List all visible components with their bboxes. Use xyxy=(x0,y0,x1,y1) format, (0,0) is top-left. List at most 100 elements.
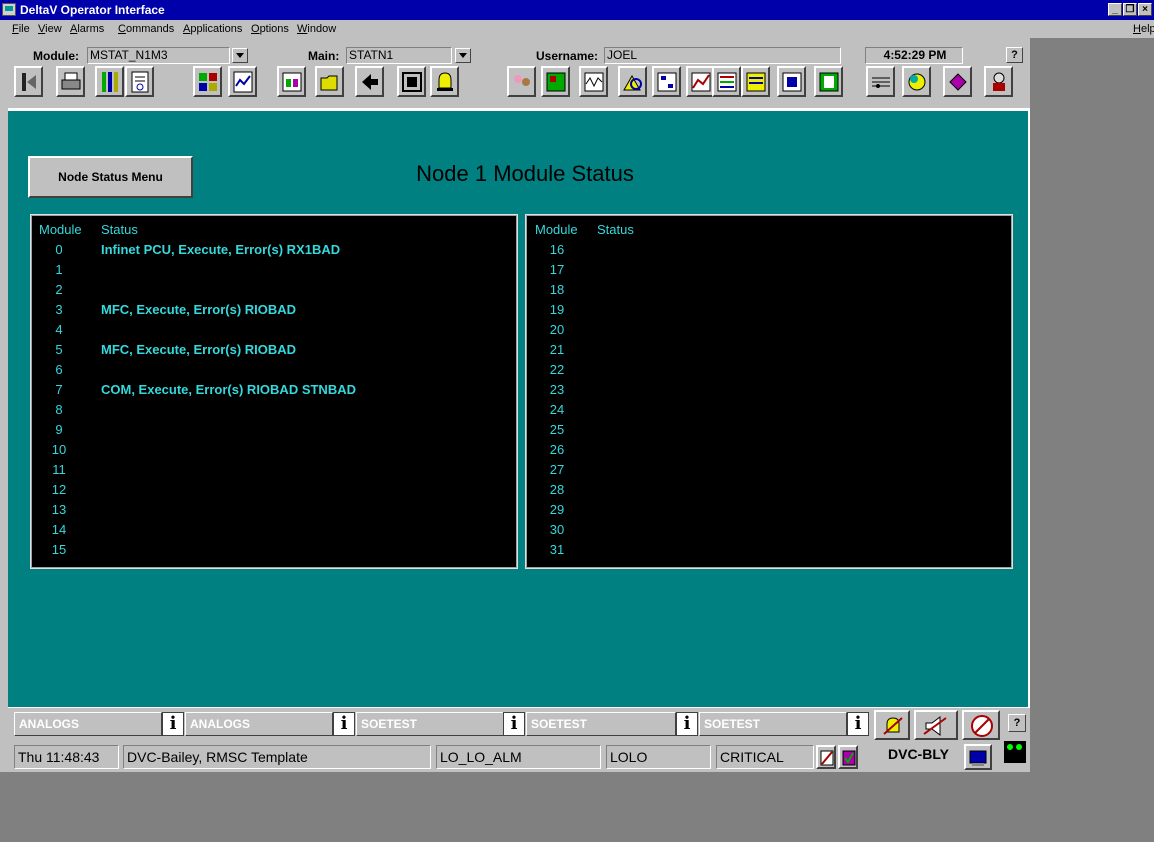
suppress-alarms-icon[interactable] xyxy=(962,710,1000,740)
menu-commands[interactable]: Commands xyxy=(118,23,174,35)
fullscreen-icon[interactable] xyxy=(397,66,426,97)
module-number: 23 xyxy=(549,382,565,397)
alarm-bell-icon[interactable] xyxy=(430,66,459,97)
maximize-button[interactable]: ❐ xyxy=(1123,3,1137,16)
diagnostics-icon[interactable] xyxy=(618,66,647,97)
module-row: 6 xyxy=(31,360,517,380)
clock-value: 4:52:29 PM xyxy=(883,48,947,62)
detail-display-icon[interactable] xyxy=(541,66,570,97)
module-dropdown-button[interactable] xyxy=(232,48,248,63)
back-arrow-icon[interactable] xyxy=(355,66,384,97)
network-icon[interactable] xyxy=(652,66,681,97)
acknowledge-bell-icon[interactable] xyxy=(874,710,910,740)
menu-window[interactable]: Window xyxy=(297,23,336,35)
clock-tools-icon[interactable] xyxy=(902,66,931,97)
menu-file[interactable]: File xyxy=(12,23,30,35)
bar-display-icon[interactable] xyxy=(95,66,124,97)
status-priority: CRITICAL xyxy=(716,745,814,769)
module-number: 19 xyxy=(549,302,565,317)
main-value: STATN1 xyxy=(349,48,394,62)
module-row: 4 xyxy=(31,320,517,340)
username-label: Username: xyxy=(536,49,599,63)
printer-icon[interactable] xyxy=(56,66,85,97)
users-icon[interactable] xyxy=(507,66,536,97)
module-number: 10 xyxy=(51,442,67,457)
alarm-cell-4[interactable]: SOETEST xyxy=(526,712,676,736)
module-row: 11 xyxy=(31,460,517,480)
alarm-cell-1[interactable]: ANALOGS xyxy=(14,712,162,736)
ack-checkbox-icon[interactable] xyxy=(816,745,836,769)
io-icon[interactable] xyxy=(777,66,806,97)
module-row: 14 xyxy=(31,520,517,540)
info-icon[interactable]: i xyxy=(847,712,869,736)
close-button[interactable]: × xyxy=(1138,3,1152,16)
book-icon[interactable] xyxy=(943,66,972,97)
info-icon[interactable]: i xyxy=(333,712,355,736)
events-icon[interactable] xyxy=(712,66,741,97)
module-number: 31 xyxy=(549,542,565,557)
window-title: DeltaV Operator Interface xyxy=(20,3,165,17)
module-number: 8 xyxy=(55,402,63,417)
module-field[interactable]: MSTAT_N1M3 xyxy=(87,47,230,64)
menu-options[interactable]: Options xyxy=(251,23,289,35)
info-icon[interactable]: i xyxy=(676,712,698,736)
menu-alarms[interactable]: Alarms xyxy=(70,23,104,35)
module-row: 31 xyxy=(526,540,1012,560)
module-status-text: COM, Execute, Error(s) RIOBAD STNBAD xyxy=(101,382,356,397)
menu-applications[interactable]: Applications xyxy=(183,23,242,35)
module-status-text: MFC, Execute, Error(s) RIOBAD xyxy=(101,302,297,317)
module-row: 17 xyxy=(526,260,1012,280)
module-number: 29 xyxy=(549,502,565,517)
module-number: 25 xyxy=(549,422,565,437)
info-icon[interactable]: i xyxy=(503,712,525,736)
module-row: 23 xyxy=(526,380,1012,400)
document-icon[interactable] xyxy=(814,66,843,97)
exit-icon[interactable] xyxy=(14,66,43,97)
module-number: 6 xyxy=(55,362,63,377)
module-number: 5 xyxy=(55,342,63,357)
page-title: Node 1 Module Status xyxy=(416,161,634,186)
menu-view[interactable]: View xyxy=(38,23,62,35)
minimize-button[interactable]: _ xyxy=(1108,3,1122,16)
module-row: 15 xyxy=(31,540,517,560)
menu-help[interactable]: Help xyxy=(1133,23,1154,35)
title-bar[interactable]: DeltaV Operator Interface _ ❐ × xyxy=(0,0,1154,20)
module-row: 9 xyxy=(31,420,517,440)
username-field: JOEL xyxy=(604,47,841,64)
workstation-icon[interactable] xyxy=(964,744,992,770)
waveform-icon[interactable] xyxy=(579,66,608,97)
alarm-cell-2[interactable]: ANALOGS xyxy=(185,712,333,736)
silence-horn-icon[interactable] xyxy=(914,710,958,740)
module-row: 7 COM, Execute, Error(s) RIOBAD STNBAD xyxy=(31,380,517,400)
ack-all-icon[interactable] xyxy=(838,745,858,769)
bars-list-icon[interactable] xyxy=(741,66,770,97)
module-row: 27 xyxy=(526,460,1012,480)
list-view-icon[interactable] xyxy=(125,66,154,97)
alarm-help-button[interactable]: ? xyxy=(1008,714,1026,732)
module-number: 22 xyxy=(549,362,565,377)
alarm-cell-5[interactable]: SOETEST xyxy=(699,712,847,736)
overview-icon[interactable] xyxy=(193,66,222,97)
module-row: 22 xyxy=(526,360,1012,380)
status-alarm-name: LO_LO_ALM xyxy=(436,745,601,769)
module-row: 18 xyxy=(526,280,1012,300)
main-dropdown-button[interactable] xyxy=(455,48,471,63)
chart-icon[interactable] xyxy=(686,66,715,97)
trend-icon[interactable] xyxy=(228,66,257,97)
module-number: 4 xyxy=(55,322,63,337)
faceplate-icon[interactable] xyxy=(277,66,306,97)
help-button[interactable]: ? xyxy=(1006,47,1023,63)
operator-icon[interactable] xyxy=(984,66,1013,97)
main-field[interactable]: STATN1 xyxy=(346,47,452,64)
module-row: 12 xyxy=(31,480,517,500)
info-icon[interactable]: i xyxy=(162,712,184,736)
menu-bar: File View Alarms Commands Applications O… xyxy=(0,20,1154,38)
open-folder-icon[interactable] xyxy=(315,66,344,97)
module-number: 26 xyxy=(549,442,565,457)
node-status-menu-button[interactable]: Node Status Menu xyxy=(28,156,193,198)
app-icon[interactable] xyxy=(2,3,16,16)
status-alarm-type: LOLO xyxy=(606,745,711,769)
alarm-cell-3[interactable]: SOETEST xyxy=(356,712,504,736)
music-staff-icon[interactable] xyxy=(866,66,895,97)
module-row: 16 xyxy=(526,240,1012,260)
